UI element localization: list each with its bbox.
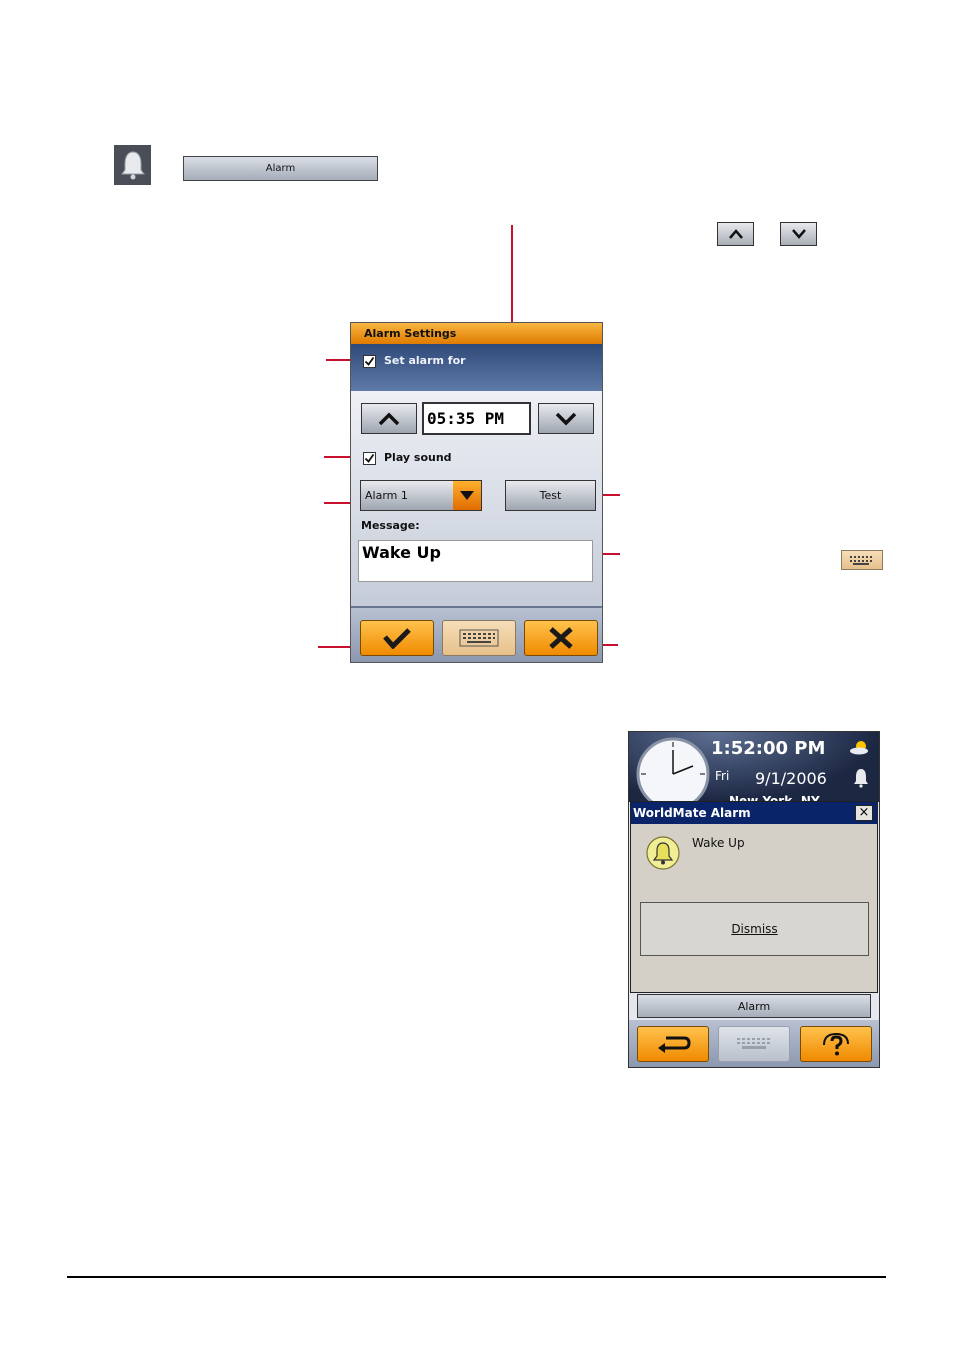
test-button[interactable]: Test xyxy=(505,480,596,511)
ok-button[interactable] xyxy=(360,620,434,656)
header-band: Set alarm for xyxy=(351,344,602,391)
alarm-button[interactable]: Alarm xyxy=(637,994,871,1018)
checkmark-icon xyxy=(364,356,375,366)
message-label: Message: xyxy=(361,519,420,532)
chevron-down-icon xyxy=(791,229,806,239)
digital-time: 1:52:00 PM xyxy=(711,738,826,759)
panel-title: Alarm Settings xyxy=(351,323,602,344)
worldmate-footer xyxy=(629,1020,879,1067)
alarm-button[interactable]: Alarm xyxy=(183,156,378,181)
dialog-message: Wake Up xyxy=(692,836,745,850)
keyboard-button[interactable] xyxy=(442,620,516,656)
chevron-up-icon xyxy=(378,412,400,425)
dialog-close-button[interactable]: × xyxy=(855,805,873,821)
page-divider xyxy=(67,1276,886,1278)
dismiss-button[interactable]: Dismiss xyxy=(640,902,869,956)
time-up-button[interactable] xyxy=(361,403,417,434)
set-alarm-checkbox[interactable] xyxy=(363,355,376,368)
bell-icon[interactable] xyxy=(853,768,869,788)
help-icon xyxy=(823,1032,849,1056)
close-icon xyxy=(549,627,573,649)
bell-icon xyxy=(114,145,151,185)
sound-select[interactable]: Alarm 1 xyxy=(360,480,482,511)
play-sound-label: Play sound xyxy=(384,451,452,464)
down-arrow-button[interactable] xyxy=(780,222,817,246)
worldmate-screen: 1:52:00 PM Fri 9/1/2006 New York, NY Wor… xyxy=(628,731,880,1068)
alarm-dialog: WorldMate Alarm × Wake Up Dismiss xyxy=(630,801,878,993)
time-down-button[interactable] xyxy=(538,403,594,434)
chevron-up-icon xyxy=(728,229,743,239)
day-label: Fri xyxy=(715,769,730,783)
time-input[interactable]: 05:35 PM xyxy=(422,402,531,435)
set-alarm-label: Set alarm for xyxy=(384,354,466,367)
dropdown-arrow-icon[interactable] xyxy=(453,481,481,510)
clock-header: 1:52:00 PM Fri 9/1/2006 New York, NY xyxy=(629,732,879,811)
dialog-title: WorldMate Alarm xyxy=(631,802,877,824)
keyboard-button[interactable] xyxy=(718,1026,790,1062)
weather-icon xyxy=(850,741,868,755)
alarm-settings-panel: Alarm Settings Set alarm for 05:35 PM Pl… xyxy=(350,322,603,663)
dismiss-label: Dismiss xyxy=(731,922,778,936)
date-label: 9/1/2006 xyxy=(755,769,827,788)
bell-icon xyxy=(646,836,680,870)
keyboard-icon xyxy=(841,550,883,570)
help-button[interactable] xyxy=(800,1026,872,1062)
checkmark-icon xyxy=(383,628,411,649)
cancel-button[interactable] xyxy=(524,620,598,656)
sound-select-value: Alarm 1 xyxy=(365,489,408,502)
play-sound-checkbox[interactable] xyxy=(363,452,376,465)
up-arrow-button[interactable] xyxy=(717,222,754,246)
checkmark-icon xyxy=(364,453,375,463)
chevron-down-icon xyxy=(555,412,577,425)
return-arrow-icon xyxy=(658,1036,691,1053)
message-input[interactable]: Wake Up xyxy=(358,540,593,582)
back-button[interactable] xyxy=(637,1026,709,1062)
keyboard-icon xyxy=(737,1038,770,1049)
keyboard-icon xyxy=(459,629,499,647)
